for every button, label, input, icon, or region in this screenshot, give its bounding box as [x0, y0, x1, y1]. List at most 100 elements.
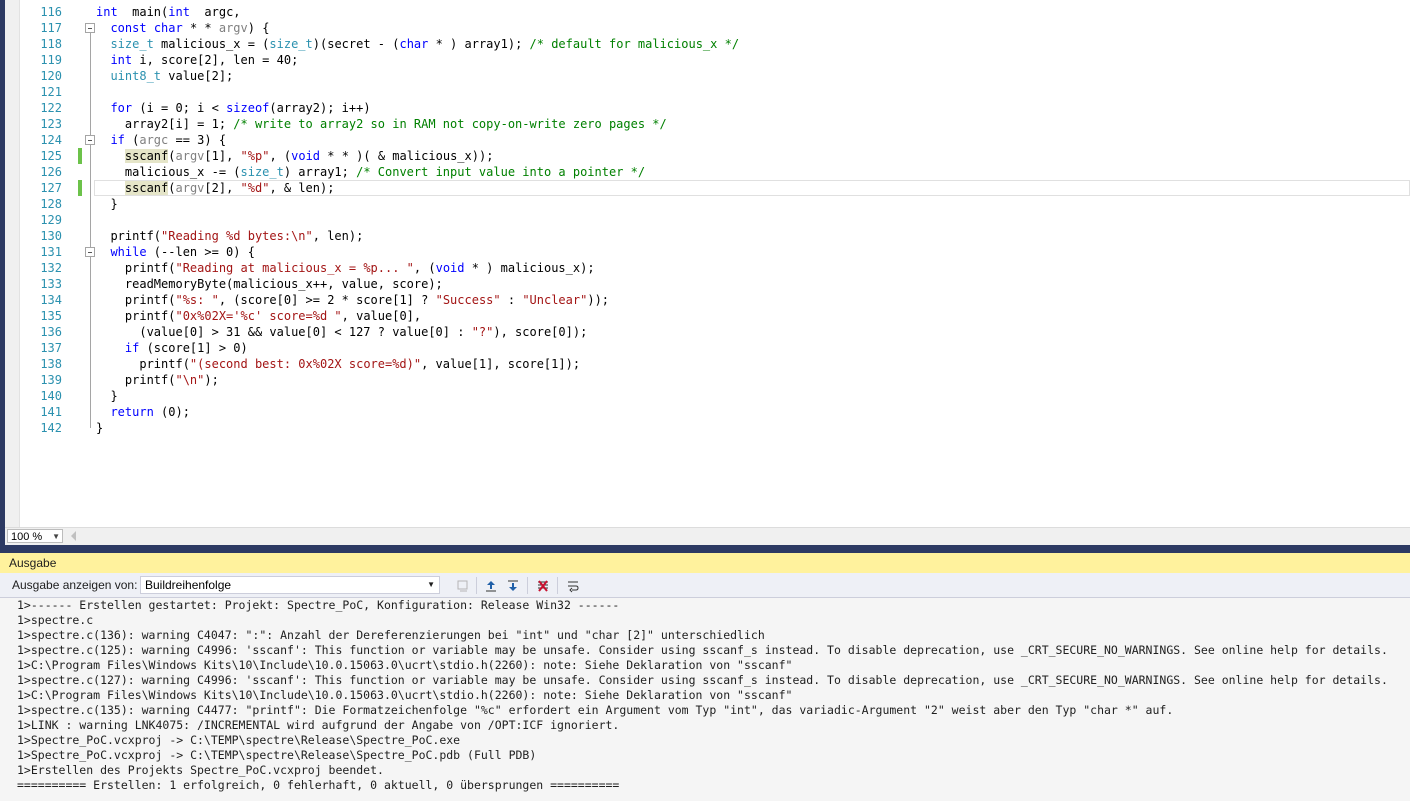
code-token: ) array1;	[283, 165, 357, 179]
code-token: "Unclear"	[522, 293, 588, 307]
output-line: 1>------ Erstellen gestartet: Projekt: S…	[17, 598, 620, 612]
line-number: 137	[40, 341, 62, 355]
code-token: readMemoryByte(malicious_x++, value, sco…	[96, 277, 443, 291]
code-token: size_t	[110, 37, 154, 51]
code-line[interactable]: 137 if (score[1] > 0)	[5, 340, 1410, 356]
go-to-previous-message-button[interactable]	[482, 577, 500, 594]
code-line[interactable]: 130 printf("Reading %d bytes:\n", len);	[5, 228, 1410, 244]
go-to-next-message-button[interactable]	[504, 577, 522, 594]
code-line[interactable]: 133 readMemoryByte(malicious_x++, value,…	[5, 276, 1410, 292]
code-token: const	[110, 21, 147, 35]
find-message-button[interactable]	[454, 577, 472, 594]
clear-all-icon	[538, 579, 548, 592]
code-editor[interactable]: 116 int main(int argc, 117 const char * * …	[5, 0, 1410, 527]
code-token: main(	[117, 5, 169, 19]
toolbar-separator	[527, 577, 528, 594]
code-line[interactable]: 136 (value[0] > 31 && value[0] < 127 ? v…	[5, 324, 1410, 340]
code-line[interactable]: 134 printf("%s: ", (score[0] >= 2 * scor…	[5, 292, 1410, 308]
code-line[interactable]: 140 }	[5, 388, 1410, 404]
code-text: printf("(second best: 0x%02X score=%d)",…	[96, 356, 580, 372]
line-number: 117	[40, 21, 62, 35]
next-message-icon	[508, 580, 518, 591]
code-text: int i, score[2], len = 40;	[96, 52, 298, 68]
code-token: for	[110, 101, 133, 115]
line-number: 131	[40, 245, 62, 259]
code-line[interactable]: 138 printf("(second best: 0x%02X score=%…	[5, 356, 1410, 372]
fold-toggle-icon[interactable]	[85, 247, 95, 257]
fold-toggle-icon[interactable]	[85, 135, 95, 145]
code-token: , value[0],	[341, 309, 422, 323]
output-toolbar: Ausgabe anzeigen von: Buildreihenfolge ▼	[0, 573, 1410, 598]
output-text-area[interactable]: 1>------ Erstellen gestartet: Projekt: S…	[0, 598, 1410, 801]
line-number: 141	[40, 405, 62, 419]
code-token: sscanf	[124, 181, 169, 195]
code-line[interactable]: 139 printf("\n");	[5, 372, 1410, 388]
code-text: uint8_t value[2];	[96, 68, 233, 84]
code-token: void	[435, 261, 465, 275]
line-number: 140	[40, 389, 62, 403]
code-text: printf("Reading %d bytes:\n", len);	[96, 228, 363, 244]
code-line[interactable]: 141 return (0);	[5, 404, 1410, 420]
code-token: /* default for malicious_x */	[529, 37, 740, 51]
code-line[interactable]: 131 while (--len >= 0) {	[5, 244, 1410, 260]
code-text: while (--len >= 0) {	[96, 244, 255, 260]
code-token: sizeof	[226, 101, 270, 115]
fold-toggle-icon[interactable]	[85, 23, 95, 33]
code-token: char	[153, 21, 183, 35]
code-text: (value[0] > 31 && value[0] < 127 ? value…	[96, 324, 587, 340]
clear-all-button[interactable]	[534, 577, 552, 594]
code-line[interactable]: 135 printf("0x%02X='%c' score=%d ", valu…	[5, 308, 1410, 324]
output-line: 1>spectre.c(136): warning C4047: ":": An…	[17, 628, 765, 642]
code-line[interactable]: 119 int i, score[2], len = 40;	[5, 52, 1410, 68]
code-line[interactable]: 126 malicious_x -= (size_t) array1; /* C…	[5, 164, 1410, 180]
chevron-down-icon: ▼	[427, 580, 435, 589]
code-token: (	[168, 149, 176, 163]
code-token: );	[204, 373, 219, 387]
code-token: array2[i] = 1;	[96, 117, 234, 131]
code-token: * ) array1);	[428, 37, 530, 51]
code-line[interactable]: 129	[5, 212, 1410, 228]
code-text: malicious_x -= (size_t) array1; /* Conve…	[96, 164, 645, 180]
code-line[interactable]: 132 printf("Reading at malicious_x = %p.…	[5, 260, 1410, 276]
code-line[interactable]: 127 sscanf(argv[2], "%d", & len);	[5, 180, 1410, 196]
code-token: "?"	[471, 325, 494, 339]
code-line[interactable]: 142}	[5, 420, 1410, 436]
code-token: size_t	[240, 165, 284, 179]
code-token: "0x%02X='%c' score=%d "	[175, 309, 342, 323]
code-token: ));	[587, 293, 610, 307]
scroll-left-icon[interactable]	[71, 531, 76, 541]
code-line[interactable]: 116 int main(int argc,	[5, 4, 1410, 20]
code-line[interactable]: 117 const char * * argv) {	[5, 20, 1410, 36]
code-line[interactable]: 121	[5, 84, 1410, 100]
line-number: 123	[40, 117, 62, 131]
line-number: 128	[40, 197, 62, 211]
code-text: printf("0x%02X='%c' score=%d ", value[0]…	[96, 308, 421, 324]
zoom-dropdown[interactable]: 100 % ▼	[7, 529, 63, 543]
code-token: value[2];	[161, 69, 234, 83]
toggle-word-wrap-button[interactable]	[564, 577, 582, 594]
code-token: "\n"	[175, 373, 205, 387]
code-token: [2],	[204, 181, 241, 195]
code-lines: 116 int main(int argc, 117 const char * * …	[5, 4, 1410, 436]
line-number: 132	[40, 261, 62, 275]
code-text: printf("%s: ", (score[0] >= 2 * score[1]…	[96, 292, 609, 308]
output-source-select[interactable]: Buildreihenfolge ▼	[140, 576, 440, 594]
code-line[interactable]: 128 }	[5, 196, 1410, 212]
code-line[interactable]: 123 array2[i] = 1; /* write to array2 so…	[5, 116, 1410, 132]
line-number: 120	[40, 69, 62, 83]
code-token: (	[168, 181, 176, 195]
code-line[interactable]: 125 sscanf(argv[1], "%p", (void * * )( &…	[5, 148, 1410, 164]
code-token: , value[1], score[1]);	[421, 357, 581, 371]
panel-splitter[interactable]	[0, 545, 1410, 553]
code-line[interactable]: 120 uint8_t value[2];	[5, 68, 1410, 84]
code-line[interactable]: 122 for (i = 0; i < sizeof(array2); i++)	[5, 100, 1410, 116]
code-token: "Success"	[435, 293, 501, 307]
code-token: )(secret - (	[312, 37, 400, 51]
code-line[interactable]: 124 if (argc == 3) {	[5, 132, 1410, 148]
code-line[interactable]: 118 size_t malicious_x = (size_t)(secret…	[5, 36, 1410, 52]
code-token: if	[124, 341, 140, 355]
code-token: printf(	[96, 357, 190, 371]
output-source-value: Buildreihenfolge	[145, 578, 232, 592]
code-text: printf("Reading at malicious_x = %p... "…	[96, 260, 595, 276]
